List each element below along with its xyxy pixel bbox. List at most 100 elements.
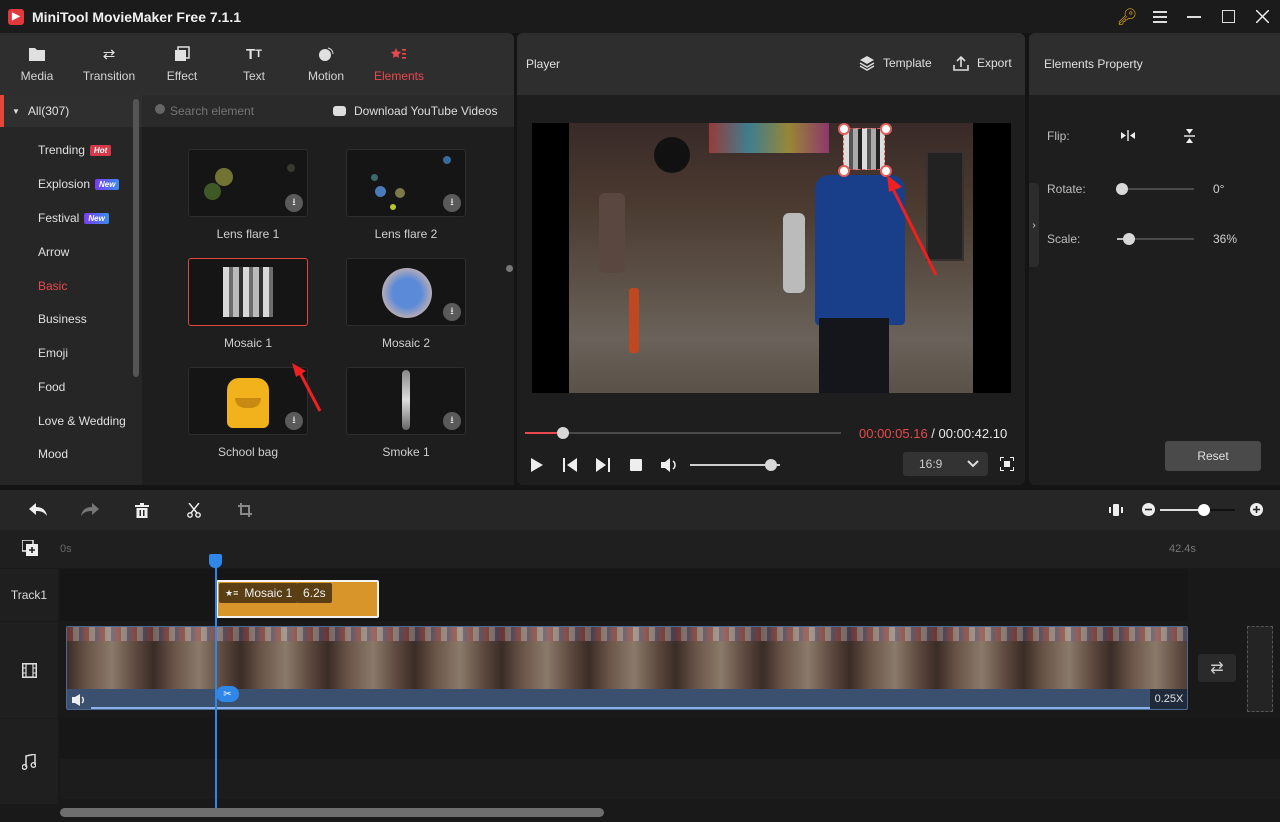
category-all[interactable]: ▼ All(307) — [0, 95, 142, 127]
annotation-arrow-icon — [292, 363, 322, 412]
tab-label: Effect — [166, 69, 198, 83]
playback-progress-knob[interactable] — [556, 427, 569, 439]
export-button[interactable]: Export — [953, 55, 1012, 71]
film-icon — [21, 662, 37, 678]
volume-icon[interactable] — [661, 458, 679, 472]
download-icon[interactable]: ⭳ — [443, 194, 461, 212]
category-arrow[interactable]: Arrow — [38, 245, 69, 259]
zoom-slider-knob[interactable] — [1197, 504, 1210, 516]
stop-icon[interactable] — [630, 459, 642, 471]
download-icon[interactable]: ⭳ — [285, 194, 303, 212]
tab-label: Media — [20, 69, 54, 83]
mosaic-overlay[interactable] — [843, 128, 885, 170]
category-love-wedding[interactable]: Love & Wedding — [38, 414, 126, 428]
mosaic-clip[interactable]: ★≡ Mosaic 1 6.2s — [216, 580, 379, 618]
swap-arrows-icon: ⇄ — [1210, 660, 1224, 677]
fit-timeline-button[interactable] — [1106, 500, 1126, 520]
video-preview[interactable] — [532, 123, 1011, 393]
category-label: Food — [38, 380, 66, 394]
flip-horizontal-icon[interactable] — [1121, 130, 1135, 141]
category-business[interactable]: Business — [38, 312, 87, 326]
category-festival[interactable]: Festival New — [38, 211, 109, 225]
scale-slider-knob[interactable] — [1123, 233, 1136, 245]
element-label: School bag — [217, 445, 279, 459]
minimize-icon — [1187, 15, 1201, 18]
audio-level-line[interactable] — [91, 707, 1187, 709]
resize-handle[interactable] — [838, 123, 850, 135]
close-button[interactable] — [1245, 0, 1279, 33]
panel-resize-handle[interactable] — [506, 265, 513, 272]
motion-icon — [319, 47, 334, 61]
download-icon[interactable]: ⭳ — [443, 412, 461, 430]
download-icon[interactable]: ⭳ — [443, 303, 461, 321]
zoom-in-icon[interactable] — [1250, 503, 1263, 516]
audio-track-lane — [60, 719, 1280, 759]
delete-button[interactable] — [132, 500, 152, 520]
time-ruler[interactable]: 0s 42.4s — [0, 530, 1280, 568]
rotate-slider-knob[interactable] — [1116, 183, 1128, 195]
tab-effect[interactable]: Effect — [146, 43, 218, 83]
undo-button[interactable] — [28, 500, 48, 520]
play-icon[interactable] — [531, 458, 543, 472]
split-at-playhead-button[interactable]: ✂︎ — [216, 686, 239, 702]
tab-elements[interactable]: Elements — [363, 43, 435, 83]
resize-handle[interactable] — [838, 165, 850, 177]
resize-handle[interactable] — [880, 123, 892, 135]
tab-media[interactable]: Media — [1, 43, 73, 83]
maximize-button[interactable] — [1211, 0, 1245, 33]
drop-placeholder[interactable] — [1247, 626, 1273, 712]
tab-text[interactable]: TT Text — [218, 43, 290, 84]
element-item[interactable]: ⭳ Mosaic 2 — [346, 258, 466, 350]
element-item[interactable]: ⭳ Smoke 1 — [346, 367, 466, 459]
crop-button[interactable] — [235, 500, 255, 520]
redo-button[interactable] — [80, 500, 100, 520]
add-track-icon[interactable] — [22, 540, 38, 556]
scale-label: Scale: — [1047, 232, 1081, 246]
key-icon[interactable]: 🔑︎ — [1110, 0, 1144, 33]
tab-transition[interactable]: ⇄ Transition — [73, 43, 145, 83]
rotate-slider-track[interactable] — [1117, 188, 1194, 190]
clip-name: Mosaic 1 — [244, 586, 293, 600]
fullscreen-icon[interactable] — [1000, 457, 1014, 471]
download-youtube-button[interactable]: Download YouTube Videos — [333, 104, 497, 118]
crop-icon — [238, 503, 252, 517]
next-frame-icon[interactable] — [596, 458, 610, 472]
element-item[interactable]: ⭳ Lens flare 1 — [188, 149, 308, 241]
clip-duration: 6.2s — [297, 583, 332, 603]
category-basic[interactable]: Basic — [38, 279, 67, 293]
text-icon: TT — [246, 45, 262, 63]
category-emoji[interactable]: Emoji — [38, 346, 68, 360]
playback-progress-track[interactable] — [525, 432, 841, 434]
search-input[interactable] — [170, 103, 320, 119]
category-trending[interactable]: Trending Hot — [38, 143, 112, 157]
split-button[interactable] — [184, 500, 204, 520]
tab-motion[interactable]: Motion — [290, 43, 362, 83]
timeline-scrollbar[interactable] — [60, 808, 604, 817]
previous-frame-icon[interactable] — [563, 458, 577, 472]
menu-button[interactable] — [1143, 0, 1177, 33]
volume-knob[interactable] — [765, 459, 777, 471]
flip-vertical-icon[interactable] — [1184, 129, 1195, 143]
category-scrollbar[interactable] — [133, 99, 139, 377]
element-item[interactable]: Mosaic 1 — [188, 258, 308, 350]
category-mood[interactable]: Mood — [38, 447, 68, 461]
collapse-panel-toggle[interactable]: › — [1029, 183, 1039, 267]
elements-property-panel: Elements Property Flip: Rotate: 0° Scale… — [1029, 33, 1280, 485]
redo-icon — [81, 503, 99, 516]
element-label: Mosaic 2 — [381, 336, 431, 350]
chevron-right-icon: › — [1032, 219, 1036, 231]
scissors-icon: ✂︎ — [223, 688, 232, 700]
elements-icon: ★≡ — [225, 587, 239, 598]
template-button[interactable]: Template — [859, 55, 932, 71]
youtube-download-icon — [333, 106, 346, 116]
category-food[interactable]: Food — [38, 380, 65, 394]
zoom-out-icon[interactable] — [1142, 503, 1155, 516]
element-item[interactable]: ⭳ Lens flare 2 — [346, 149, 466, 241]
aspect-ratio-select[interactable]: 16:9 — [903, 452, 988, 476]
reset-button[interactable]: Reset — [1165, 441, 1261, 471]
transition-swap-button[interactable]: ⇄ — [1198, 654, 1236, 682]
library-panel: Media ⇄ Transition Effect TT Text Motion… — [0, 33, 514, 485]
minimize-button[interactable] — [1177, 0, 1211, 33]
clip-volume-icon[interactable] — [72, 694, 87, 706]
category-explosion[interactable]: Explosion New — [38, 177, 120, 191]
